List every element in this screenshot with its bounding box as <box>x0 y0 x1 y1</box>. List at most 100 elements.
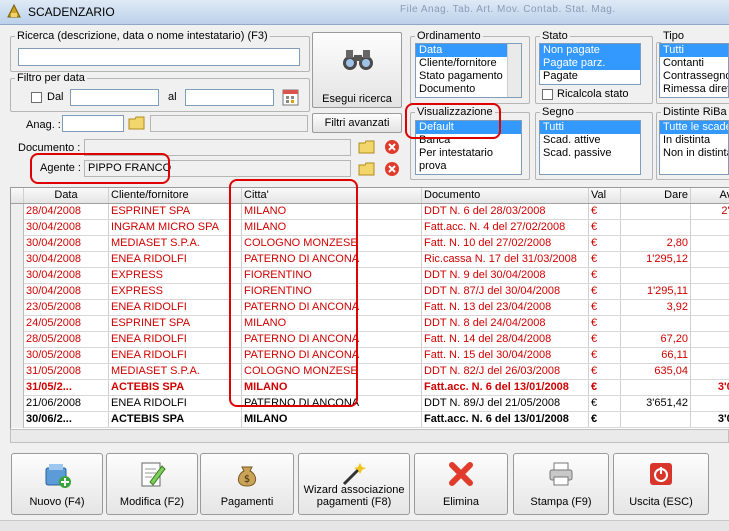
date-filter-checkbox[interactable] <box>31 92 42 103</box>
table-row[interactable]: 30/06/2... ACTEBIS SPA MILANO Fatt.acc. N. … <box>11 412 729 428</box>
segno-list[interactable]: Tutti Scad. attive Scad. passive <box>539 120 641 175</box>
distinte-item[interactable]: Non in distinta <box>660 147 728 160</box>
distinte-list[interactable]: Tutte le scadenze In distinta Non in dis… <box>659 120 729 175</box>
table-row[interactable]: 23/05/2008 ENEA RIDOLFI PATERNO DI ANCONA F… <box>11 300 729 316</box>
header-documento[interactable]: Documento <box>422 188 589 203</box>
wizard-button[interactable]: Wizard associazione pagamenti (F8) <box>298 453 410 515</box>
ordinamento-item[interactable]: Cliente/fornitore <box>416 57 521 70</box>
cell-cliente: ESPRINET SPA <box>109 316 242 331</box>
stampa-button[interactable]: Stampa (F9) <box>513 453 609 515</box>
filtri-avanzati-button[interactable]: Filtri avanzati <box>312 113 402 133</box>
table-row[interactable]: 31/05/2... ACTEBIS SPA MILANO Fatt.acc. N. … <box>11 380 729 396</box>
table-row[interactable]: 21/06/2008 ENEA RIDOLFI PATERNO DI ANCONA D… <box>11 396 729 412</box>
anag-input[interactable] <box>62 115 124 132</box>
header-cliente[interactable]: Cliente/fornitore <box>109 188 242 203</box>
row-indicator[interactable] <box>11 300 24 316</box>
tipo-pagamento-item[interactable]: Rimessa dirette <box>660 83 728 96</box>
anag-folder-button[interactable] <box>128 114 146 132</box>
cell-cliente: MEDIASET S.P.A. <box>109 364 242 379</box>
ordinamento-item[interactable]: Stato pagamento <box>416 70 521 83</box>
ordinamento-item[interactable]: Documento <box>416 83 521 96</box>
cell-cliente: EXPRESS <box>109 284 242 299</box>
row-indicator[interactable] <box>11 204 24 220</box>
ordinamento-list[interactable]: Data Cliente/fornitore Stato pagamento D… <box>415 43 522 98</box>
bottom-button-label: Uscita (ESC) <box>629 496 693 508</box>
search-input[interactable] <box>18 48 300 66</box>
distinte-item[interactable]: Tutte le scadenze <box>660 121 728 134</box>
row-indicator[interactable] <box>11 268 24 284</box>
cell-doc: Fatt.acc. N. 4 del 27/02/2008 <box>422 220 589 235</box>
row-indicator[interactable] <box>11 348 24 364</box>
stato-item[interactable]: Pagate parz. <box>540 57 640 70</box>
header-val[interactable]: Val <box>589 188 621 203</box>
row-indicator[interactable] <box>11 364 24 380</box>
modifica-button[interactable]: Modifica (F2) <box>106 453 198 515</box>
cell-doc: Fatt.acc. N. 6 del 13/01/2008 <box>422 380 589 395</box>
row-indicator[interactable] <box>11 252 24 268</box>
pagamenti-button[interactable]: $ Pagamenti <box>200 453 294 515</box>
row-indicator[interactable] <box>11 396 24 412</box>
distinte-item[interactable]: In distinta <box>660 134 728 147</box>
row-indicator[interactable] <box>11 316 24 332</box>
row-indicator[interactable] <box>11 380 24 396</box>
segno-item[interactable]: Scad. attive <box>540 134 640 147</box>
cell-data: 28/05/2008 <box>24 332 109 347</box>
header-dare[interactable]: Dare <box>621 188 691 203</box>
dal-date-input[interactable] <box>70 89 159 106</box>
header-data[interactable]: Data <box>24 188 109 203</box>
stato-item[interactable]: Pagate <box>540 70 640 83</box>
table-row[interactable]: 30/04/2008 INGRAM MICRO SPA MILANO Fatt.acc… <box>11 220 729 236</box>
row-indicator[interactable] <box>11 236 24 252</box>
cell-dare <box>621 268 691 283</box>
agente-clear-button[interactable] <box>384 161 400 177</box>
header-avere[interactable]: Avere <box>691 188 729 203</box>
row-indicator[interactable] <box>11 412 24 428</box>
cell-val: € <box>589 284 621 299</box>
cell-dare: 66,11 <box>621 348 691 363</box>
grid-horizontal-scrollbar[interactable] <box>10 429 729 443</box>
table-row[interactable]: 28/05/2008 ENEA RIDOLFI PATERNO DI ANCONA F… <box>11 332 729 348</box>
date-filter-legend: Filtro per data <box>17 72 85 84</box>
table-row[interactable]: 30/04/2008 EXPRESS FIORENTINO DDT N. 87/J d… <box>11 284 729 300</box>
table-row[interactable]: 30/04/2008 EXPRESS FIORENTINO DDT N. 9 del … <box>11 268 729 284</box>
tipo-pagamento-item[interactable]: Tutti <box>660 44 728 57</box>
cell-val: € <box>589 412 621 427</box>
row-indicator[interactable] <box>11 332 24 348</box>
al-date-input[interactable] <box>185 89 274 106</box>
calendar-button[interactable] <box>282 88 299 106</box>
documento-folder-button[interactable] <box>358 138 376 156</box>
segno-item[interactable]: Scad. passive <box>540 147 640 160</box>
header-indicator <box>11 188 24 203</box>
uscita-button[interactable]: Uscita (ESC) <box>613 453 709 515</box>
ordinamento-item[interactable]: Data <box>416 44 521 57</box>
ricalcola-checkbox[interactable] <box>542 89 553 100</box>
cell-avere: 3'000, <box>691 380 729 395</box>
tipo-pagamento-list[interactable]: Tutti Contanti Contrassegno Rimessa dire… <box>659 43 729 98</box>
table-row[interactable]: 24/05/2008 ESPRINET SPA MILANO DDT N. 8 del… <box>11 316 729 332</box>
esegui-ricerca-button[interactable]: Esegui ricerca <box>312 32 402 108</box>
agente-folder-button[interactable] <box>358 160 376 178</box>
cell-data: 31/05/2... <box>24 380 109 395</box>
scadenze-grid[interactable]: Data Cliente/fornitore Citta' Documento … <box>10 187 729 431</box>
visualizzazione-item[interactable]: Per intestatario <box>416 147 521 160</box>
table-row[interactable]: 31/05/2008 MEDIASET S.P.A. COLOGNO MONZESE… <box>11 364 729 380</box>
table-row[interactable]: 30/04/2008 MEDIASET S.P.A. COLOGNO MONZESE… <box>11 236 729 252</box>
table-row[interactable]: 30/04/2008 ENEA RIDOLFI PATERNO DI ANCONA R… <box>11 252 729 268</box>
row-indicator[interactable] <box>11 220 24 236</box>
stato-list[interactable]: Non pagate Pagate parz. Pagate <box>539 43 641 85</box>
cell-avere: 48 <box>691 220 729 235</box>
stato-item[interactable]: Non pagate <box>540 44 640 57</box>
table-row[interactable]: 28/04/2008 ESPRINET SPA MILANO DDT N. 6 del… <box>11 204 729 220</box>
documento-clear-button[interactable] <box>384 139 400 155</box>
row-indicator[interactable] <box>11 284 24 300</box>
ordinamento-scrollbar[interactable] <box>507 44 521 97</box>
cell-val: € <box>589 396 621 411</box>
table-row[interactable]: 30/05/2008 ENEA RIDOLFI PATERNO DI ANCONA F… <box>11 348 729 364</box>
nuovo-button[interactable]: Nuovo (F4) <box>11 453 103 515</box>
elimina-button[interactable]: Elimina <box>414 453 508 515</box>
tipo-pagamento-item[interactable]: Contanti <box>660 57 728 70</box>
cell-avere <box>691 236 729 251</box>
tipo-pagamento-item[interactable]: Contrassegno <box>660 70 728 83</box>
segno-item[interactable]: Tutti <box>540 121 640 134</box>
visualizzazione-item[interactable]: prova <box>416 160 521 173</box>
